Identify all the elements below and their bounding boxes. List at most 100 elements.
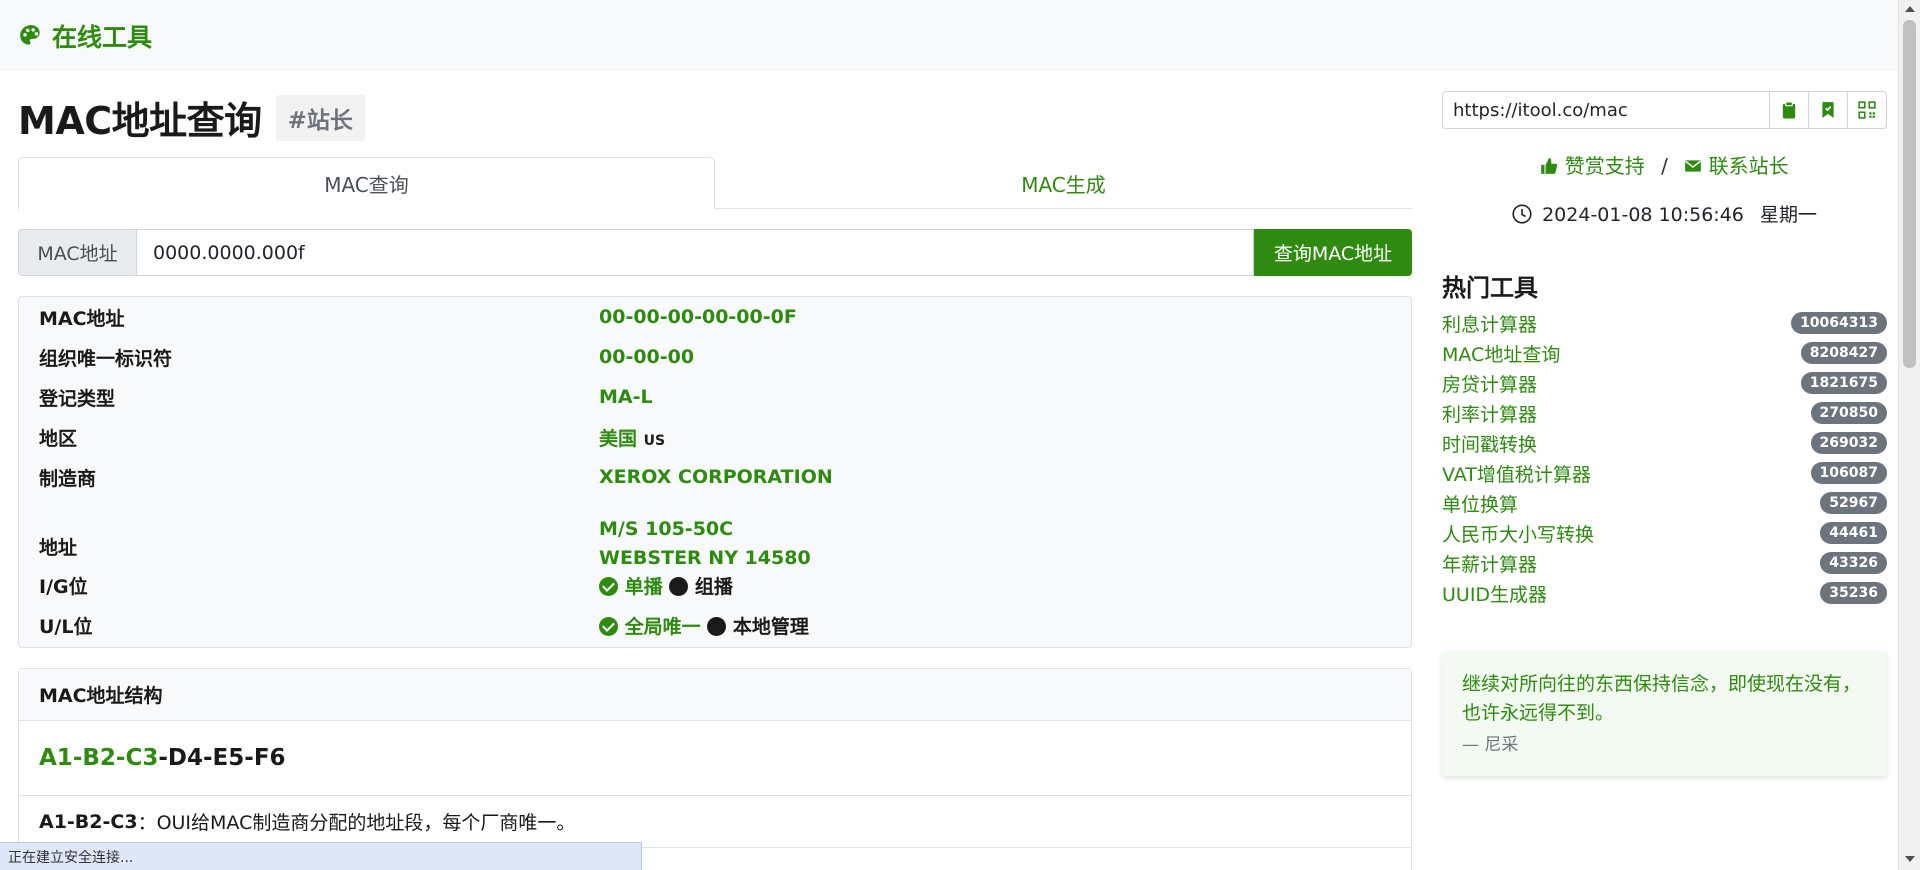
browser-status-bar: 正在建立安全连接... — [0, 842, 642, 870]
hot-tool-item[interactable]: 时间戳转换 269032 — [1442, 428, 1887, 458]
hot-tools-title: 热门工具 — [1442, 274, 1538, 302]
hot-tool-count: 1821675 — [1800, 372, 1887, 394]
tab-mac-query[interactable]: MAC查询 — [18, 157, 715, 210]
hot-tool-item[interactable]: 年薪计算器 43326 — [1442, 548, 1887, 578]
palette-icon — [20, 25, 40, 45]
hot-tool-item[interactable]: 单位换算 52967 — [1442, 488, 1887, 518]
result-row-address: 地址 M/S 105-50C WEBSTER NY 14580 — [19, 517, 1411, 572]
hot-tools-list: 利息计算器 10064313 MAC地址查询 8208427 房贷计算器 182167… — [1442, 308, 1887, 608]
copy-url-button[interactable] — [1769, 92, 1808, 128]
nic-part: E5 — [212, 745, 245, 771]
mac-address-input[interactable] — [136, 229, 1254, 276]
ul-other: 本地管理 — [732, 615, 809, 638]
hot-tool-item[interactable]: 人民币大小写转换 44461 — [1442, 518, 1887, 548]
oui-part: B2 — [82, 745, 116, 771]
support-links: 赞赏支持 / 联系站长 — [1442, 150, 1887, 179]
region-code: US — [643, 432, 666, 449]
result-table: MAC地址 00-00-00-00-00-0F 组织唯一标识符 00-00-00… — [18, 296, 1412, 648]
result-key: 地址 — [39, 537, 78, 559]
hot-tool-item[interactable]: 利率计算器 270850 — [1442, 398, 1887, 428]
hot-tool-count: 44461 — [1820, 522, 1887, 544]
page-scrollbar[interactable] — [1898, 0, 1920, 870]
hot-tool-item[interactable]: MAC地址查询 8208427 — [1442, 338, 1887, 368]
address-line1: M/S 105-50C — [599, 518, 734, 540]
structure-desc-text: ：OUI给MAC制造商分配的地址段，每个厂商唯一。 — [137, 812, 576, 834]
contact-label: 联系站长 — [1708, 154, 1789, 178]
structure-example: A1- B2- C3- D4- E5- F6 — [19, 721, 1411, 796]
query-mac-button[interactable]: 查询MAC地址 — [1254, 229, 1412, 276]
result-key: 登记类型 — [39, 387, 116, 410]
bookmark-icon — [1822, 102, 1834, 118]
support-label: 赞赏支持 — [1564, 154, 1645, 178]
filled-circle-icon — [669, 576, 689, 596]
check-circle-icon — [599, 576, 618, 596]
address-line2: WEBSTER NY 14580 — [599, 547, 811, 569]
scroll-thumb[interactable] — [1903, 20, 1916, 368]
qrcode-button[interactable] — [1847, 92, 1886, 128]
ul-selected: 全局唯一 — [624, 615, 701, 638]
weekday-value: 星期一 — [1759, 204, 1817, 226]
hot-tool-count: 35236 — [1820, 582, 1887, 604]
hot-tool-count: 52967 — [1820, 492, 1887, 514]
page-tag[interactable]: #站长 — [275, 94, 365, 141]
support-link[interactable]: 赞赏支持 — [1540, 154, 1651, 178]
result-key: MAC地址 — [39, 307, 125, 330]
datetime-value: 2024-01-08 10:56:46 — [1542, 204, 1744, 226]
hot-tool-name[interactable]: 利率计算器 — [1442, 400, 1537, 427]
mac-input-label: MAC地址 — [18, 229, 136, 276]
check-circle-icon — [599, 616, 618, 636]
result-value: MA-L — [599, 386, 653, 408]
structure-description: A1-B2-C3 ：OUI给MAC制造商分配的地址段，每个厂商唯一。 — [19, 796, 1411, 848]
hot-tool-item[interactable]: UUID生成器 35236 — [1442, 578, 1887, 608]
top-navbar: 在线工具 — [0, 0, 1898, 70]
hot-tool-item[interactable]: 房贷计算器 1821675 — [1442, 368, 1887, 398]
hot-tool-count: 43326 — [1820, 552, 1887, 574]
hot-tool-count: 106087 — [1810, 462, 1887, 484]
hot-tool-name[interactable]: 利息计算器 — [1442, 310, 1537, 337]
qrcode-icon — [1858, 101, 1876, 119]
tab-mac-generate[interactable]: MAC生成 — [715, 157, 1412, 209]
page-header: MAC地址查询 #站长 — [18, 90, 365, 145]
result-value: XEROX CORPORATION — [599, 466, 833, 488]
link-separator: / — [1661, 154, 1668, 178]
result-key: 制造商 — [39, 467, 97, 490]
current-datetime: 2024-01-08 10:56:46 星期一 — [1442, 200, 1887, 227]
hot-tool-item[interactable]: VAT增值税计算器 106087 — [1442, 458, 1887, 488]
hot-tool-count: 8208427 — [1800, 342, 1887, 364]
hot-tool-name[interactable]: MAC地址查询 — [1442, 340, 1560, 367]
hot-tool-name[interactable]: 时间戳转换 — [1442, 430, 1537, 457]
result-key: 地区 — [39, 427, 78, 450]
quote-card: 继续对所向往的东西保持信念，即使现在没有，也许永远得不到。 — 尼采 — [1442, 652, 1887, 776]
result-value: 全局唯一 本地管理 — [599, 612, 809, 639]
hot-tool-name[interactable]: 房贷计算器 — [1442, 370, 1537, 397]
hot-tool-name[interactable]: UUID生成器 — [1442, 580, 1547, 607]
structure-desc-key: A1-B2-C3 — [39, 810, 138, 833]
result-key: 组织唯一标识符 — [39, 347, 173, 370]
result-value: 美国 US — [599, 424, 665, 451]
structure-title: MAC地址结构 — [19, 669, 1411, 721]
share-url-box — [1442, 91, 1887, 129]
oui-part: C3 — [125, 745, 159, 771]
brand-link[interactable]: 在线工具 — [18, 18, 152, 54]
region-name: 美国 — [599, 427, 638, 450]
hot-tool-name[interactable]: 人民币大小写转换 — [1442, 520, 1594, 547]
scroll-down-arrow-icon[interactable] — [1905, 856, 1915, 862]
brand-name: 在线工具 — [52, 23, 153, 52]
nic-part: F6 — [253, 745, 286, 771]
result-value: 00-00-00-00-00-0F — [599, 306, 797, 328]
quote-author: — 尼采 — [1462, 735, 1519, 755]
result-value: 00-00-00 — [599, 346, 695, 368]
hot-tool-item[interactable]: 利息计算器 10064313 — [1442, 308, 1887, 338]
ig-selected: 单播 — [624, 575, 663, 598]
hot-tool-name[interactable]: 单位换算 — [1442, 490, 1518, 517]
hot-tool-name[interactable]: VAT增值税计算器 — [1442, 460, 1591, 487]
hot-tool-count: 270850 — [1810, 402, 1887, 424]
result-key: U/L位 — [39, 615, 93, 638]
thumbs-up-icon — [1541, 158, 1558, 174]
bookmark-button[interactable] — [1808, 92, 1847, 128]
contact-link[interactable]: 联系站长 — [1684, 154, 1789, 178]
scroll-up-arrow-icon[interactable] — [1905, 6, 1915, 12]
clipboard-icon — [1782, 101, 1796, 119]
hot-tool-name[interactable]: 年薪计算器 — [1442, 550, 1537, 577]
share-url-input[interactable] — [1443, 92, 1769, 128]
